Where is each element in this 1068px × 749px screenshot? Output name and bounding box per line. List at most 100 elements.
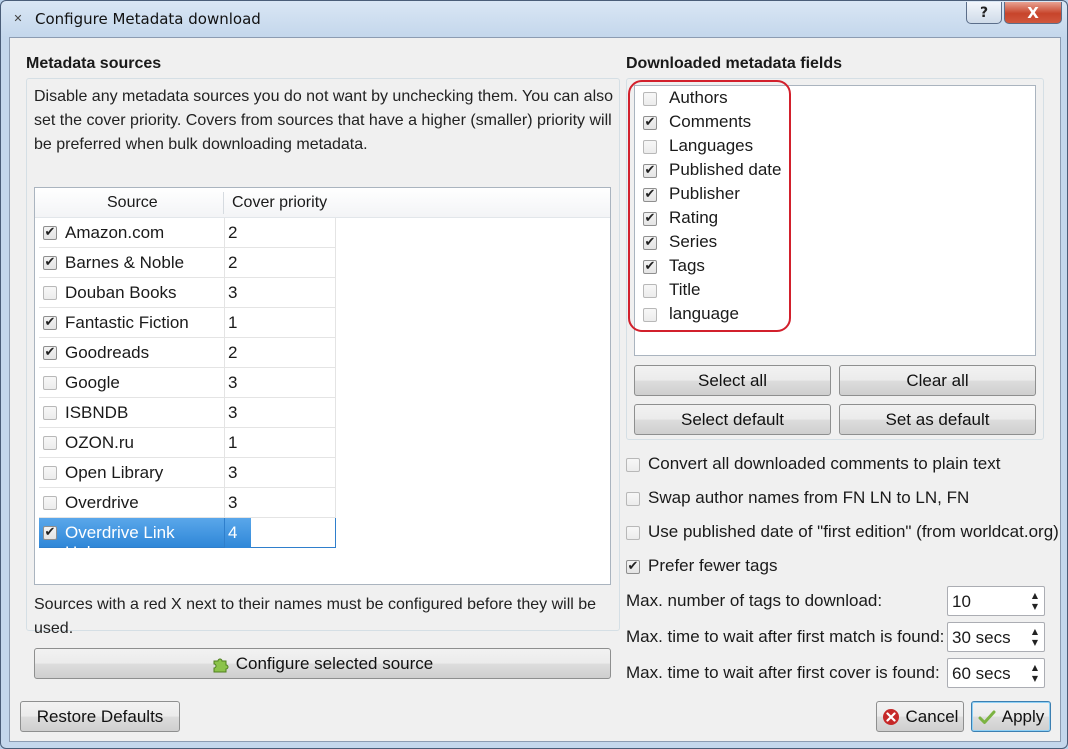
cover-priority-value: 3 (228, 403, 238, 422)
source-name: Amazon.com (65, 223, 165, 242)
source-checkbox[interactable] (43, 466, 57, 480)
source-checkbox[interactable] (43, 526, 57, 540)
checkmark-icon (978, 710, 996, 724)
sources-footnote: Sources with a red X next to their names… (34, 596, 597, 637)
column-source[interactable]: Source (107, 194, 158, 212)
spinbox-value: 10 (952, 592, 971, 611)
red-annotation-outline (628, 80, 791, 332)
source-cell[interactable]: Overdrive Link Helper (39, 518, 225, 562)
source-checkbox[interactable] (43, 376, 57, 390)
source-checkbox[interactable] (43, 496, 57, 510)
spinbox[interactable]: 30 secs ▲ ▼ (947, 622, 1045, 652)
spinbox-value: 60 secs (952, 664, 1011, 683)
priority-cell[interactable]: 3 (225, 368, 336, 398)
metadata-fields-title: Downloaded metadata fields (626, 55, 843, 72)
source-name: Open Library (65, 463, 164, 482)
source-name: Fantastic Fiction (65, 313, 189, 332)
source-name: ISBNDB (65, 403, 129, 422)
calibre-app-icon: ✕ (13, 12, 23, 25)
priority-cell[interactable]: 1 (225, 428, 336, 458)
cover-priority-value: 1 (228, 433, 238, 452)
cover-priority-value: 3 (228, 493, 238, 512)
title-bar[interactable]: ✕ Configure Metadata download ? X (1, 1, 1067, 37)
set-as-default-button[interactable]: Set as default (839, 404, 1036, 435)
spinbox-arrows-icon[interactable]: ▲ ▼ (1029, 626, 1041, 648)
cover-priority-value: 2 (228, 253, 238, 272)
select-all-button[interactable]: Select all (634, 365, 831, 396)
window-title: Configure Metadata download (35, 10, 261, 28)
option-checkbox[interactable] (626, 526, 640, 540)
priority-cell[interactable]: 2 (225, 218, 336, 248)
metadata-sources-title: Metadata sources (26, 55, 162, 72)
table-row[interactable]: Douban Books 3 (39, 278, 336, 308)
source-checkbox[interactable] (43, 256, 57, 270)
source-checkbox[interactable] (43, 316, 57, 330)
source-cell[interactable]: Amazon.com (39, 218, 225, 248)
source-cell[interactable]: Overdrive (39, 488, 225, 518)
source-cell[interactable]: Fantastic Fiction (39, 308, 225, 338)
spinbox-arrows-icon[interactable]: ▲ ▼ (1029, 662, 1041, 684)
help-button[interactable]: ? (966, 2, 1002, 24)
cover-priority-value: 2 (228, 343, 238, 362)
dialog-client: Metadata sources Disable any metadata so… (9, 37, 1061, 742)
table-row[interactable]: ISBNDB 3 (39, 398, 336, 428)
table-row[interactable]: Amazon.com 2 (39, 218, 336, 248)
priority-cell[interactable]: 4 (225, 518, 336, 548)
source-cell[interactable]: Barnes & Noble (39, 248, 225, 278)
table-row[interactable]: Barnes & Noble 2 (39, 248, 336, 278)
priority-cell[interactable]: 2 (225, 338, 336, 368)
option-label: Use published date of "first edition" (f… (648, 522, 1059, 541)
spinbox-arrows-icon[interactable]: ▲ ▼ (1029, 590, 1041, 612)
source-cell[interactable]: Open Library (39, 458, 225, 488)
source-checkbox[interactable] (43, 406, 57, 420)
close-button[interactable]: X (1004, 2, 1062, 24)
table-row[interactable]: Open Library 3 (39, 458, 336, 488)
source-cell[interactable]: OZON.ru (39, 428, 225, 458)
priority-cell[interactable]: 2 (225, 248, 336, 278)
source-cell[interactable]: Goodreads (39, 338, 225, 368)
priority-cell[interactable]: 3 (225, 278, 336, 308)
cancel-button[interactable]: Cancel (876, 701, 964, 732)
clear-all-button[interactable]: Clear all (839, 365, 1036, 396)
table-row[interactable]: Goodreads 2 (39, 338, 336, 368)
source-cell[interactable]: Google (39, 368, 225, 398)
priority-cell[interactable]: 3 (225, 458, 336, 488)
configure-source-button[interactable]: Configure selected source (34, 648, 611, 679)
source-checkbox[interactable] (43, 436, 57, 450)
table-row[interactable]: OZON.ru 1 (39, 428, 336, 458)
sources-table[interactable]: Source Cover priority Amazon.com2Barnes … (34, 187, 611, 585)
option-checkbox[interactable] (626, 492, 640, 506)
option-checkbox[interactable] (626, 458, 640, 472)
cover-priority-value: 4 (228, 523, 238, 542)
puzzle-piece-icon (213, 658, 229, 672)
set-as-default-label: Set as default (885, 409, 990, 429)
priority-cell[interactable]: 3 (225, 488, 336, 518)
cover-priority-value: 3 (228, 463, 238, 482)
source-name: Overdrive Link Helper (65, 523, 175, 562)
cover-priority-value: 3 (228, 373, 238, 392)
select-default-button[interactable]: Select default (634, 404, 831, 435)
spinbox[interactable]: 60 secs ▲ ▼ (947, 658, 1045, 688)
option-label: Convert all downloaded comments to plain… (648, 454, 1001, 473)
option-label: Prefer fewer tags (648, 556, 778, 575)
table-row[interactable]: Overdrive 3 (39, 488, 336, 518)
table-row[interactable]: Fantastic Fiction 1 (39, 308, 336, 338)
apply-button[interactable]: Apply (971, 701, 1051, 732)
source-checkbox[interactable] (43, 226, 57, 240)
option-checkbox[interactable] (626, 560, 640, 574)
restore-defaults-button[interactable]: Restore Defaults (20, 701, 180, 732)
table-row[interactable]: Overdrive Link Helper 4 (39, 518, 336, 562)
source-checkbox[interactable] (43, 346, 57, 360)
spinbox[interactable]: 10 ▲ ▼ (947, 586, 1045, 616)
source-name: Barnes & Noble (65, 253, 185, 272)
source-checkbox[interactable] (43, 286, 57, 300)
spinner-label: Max. number of tags to download: (626, 591, 883, 610)
priority-cell[interactable]: 1 (225, 308, 336, 338)
column-cover-priority[interactable]: Cover priority (232, 194, 327, 212)
table-row[interactable]: Google 3 (39, 368, 336, 398)
sources-description: Disable any metadata sources you do not … (34, 88, 614, 153)
source-cell[interactable]: ISBNDB (39, 398, 225, 428)
priority-cell[interactable]: 3 (225, 398, 336, 428)
source-cell[interactable]: Douban Books (39, 278, 225, 308)
source-name: Douban Books (65, 283, 177, 302)
